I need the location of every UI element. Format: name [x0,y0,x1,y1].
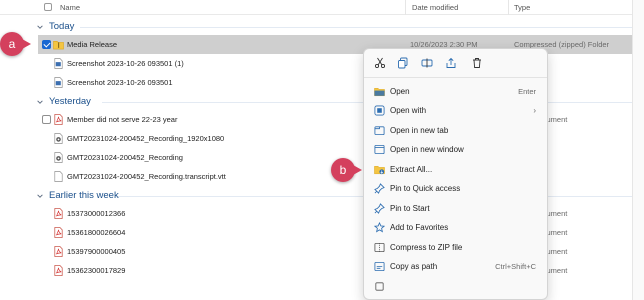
zip-folder-icon [53,39,64,50]
menu-item-compress-to-zip[interactable]: Compress to ZIP file [368,238,545,257]
delete-icon[interactable] [470,56,484,70]
cut-icon[interactable] [373,56,387,70]
rename-icon[interactable] [420,56,434,70]
file-explorer-screenshot: Name Date modified Type Today Media Rele… [0,0,644,300]
properties-icon [373,281,385,293]
scrollbar[interactable] [632,0,644,300]
video-file-icon [53,133,64,144]
callout-pointer [353,165,362,175]
column-type-header[interactable]: Type [514,3,530,12]
column-header: Name Date modified Type [0,0,632,15]
menu-item-label: Pin to Quick access [390,184,461,193]
pdf-icon [53,227,64,238]
file-name: GMT20231024-200452_Recording_1920x1080 [67,134,225,143]
chevron-down-icon [36,23,44,31]
context-menu: Open Enter Open with › Open in new tab O… [363,48,548,300]
menu-item-open-with[interactable]: Open with › [368,101,545,120]
file-name: 15362300017829 [67,266,126,275]
row-checkbox[interactable] [42,115,51,124]
group-header-yesterday[interactable]: Yesterday [36,96,91,107]
column-divider[interactable] [405,0,406,15]
callout-badge-a: a [0,32,24,56]
menu-item-label: Open in new window [390,145,464,154]
group-label: Yesterday [49,96,91,107]
pdf-icon [53,246,64,257]
file-name: Screenshot 2023-10-26 093501 (1) [67,59,184,68]
pdf-icon [53,114,64,125]
image-file-icon [53,77,64,88]
chevron-down-icon [36,192,44,200]
callout-badge-b: b [331,158,355,182]
menu-item-label: Compress to ZIP file [390,243,463,252]
share-icon[interactable] [444,56,458,70]
video-file-icon [53,152,64,163]
pin-start-icon [373,203,385,215]
text-file-icon [53,171,64,182]
menu-item-pin-to-start[interactable]: Pin to Start [368,199,545,218]
open-with-icon [373,105,385,117]
column-name-header[interactable]: Name [60,3,80,12]
pdf-icon [53,265,64,276]
menu-item-add-to-favorites[interactable]: Add to Favorites [368,218,545,237]
callout-pointer [22,39,31,49]
menu-item-label: Open in new tab [390,126,449,135]
file-name: GMT20231024-200452_Recording.transcript.… [67,172,226,181]
column-date-header[interactable]: Date modified [412,3,458,12]
file-name: GMT20231024-200452_Recording [67,153,183,162]
menu-item-open-in-new-tab[interactable]: Open in new tab [368,121,545,140]
pin-icon [373,183,385,195]
menu-item-copy-as-path[interactable]: Copy as path Ctrl+Shift+C [368,257,545,276]
group-label: Today [49,21,75,32]
column-divider[interactable] [508,0,509,15]
menu-item-open-in-new-window[interactable]: Open in new window [368,140,545,159]
group-header-today[interactable]: Today [36,21,74,32]
copy-path-icon [373,261,385,273]
group-header-earlier-this-week[interactable]: Earlier this week [36,190,119,201]
file-name: Member did not serve 22-23 year [67,115,178,124]
extract-icon [373,164,385,176]
menu-item-label: Open with [390,106,427,115]
chevron-right-icon: › [533,106,536,115]
context-menu-toolbar [364,49,547,77]
menu-item-partial[interactable] [368,277,545,296]
menu-item-pin-to-quick-access[interactable]: Pin to Quick access [368,179,545,198]
pdf-icon [53,208,64,219]
group-divider [80,27,632,28]
file-name: Screenshot 2023-10-26 093501 [67,78,173,87]
menu-item-label: Open [390,87,410,96]
menu-item-label: Pin to Start [390,204,430,213]
group-label: Earlier this week [49,190,119,201]
menu-item-extract-all[interactable]: Extract All... [368,160,545,179]
zip-icon [373,242,385,254]
menu-item-shortcut: Ctrl+Shift+C [495,262,536,271]
chevron-down-icon [36,98,44,106]
menu-item-shortcut: Enter [518,87,536,96]
select-all-checkbox[interactable] [44,3,52,11]
copy-icon[interactable] [396,56,410,70]
new-window-icon [373,144,385,156]
image-file-icon [53,58,64,69]
row-checkbox[interactable] [42,40,51,49]
menu-item-label: Add to Favorites [390,223,449,232]
file-name: 15373000012366 [67,209,126,218]
new-tab-icon [373,125,385,137]
menu-item-open[interactable]: Open Enter [368,82,545,101]
menu-item-label: Extract All... [390,165,433,174]
star-icon [373,222,385,234]
file-name: 15397900000405 [67,247,126,256]
file-name: 15361800026604 [67,228,126,237]
open-folder-icon [373,86,385,98]
menu-separator [364,77,547,78]
file-name: Media Release [67,40,118,49]
menu-item-label: Copy as path [390,262,438,271]
